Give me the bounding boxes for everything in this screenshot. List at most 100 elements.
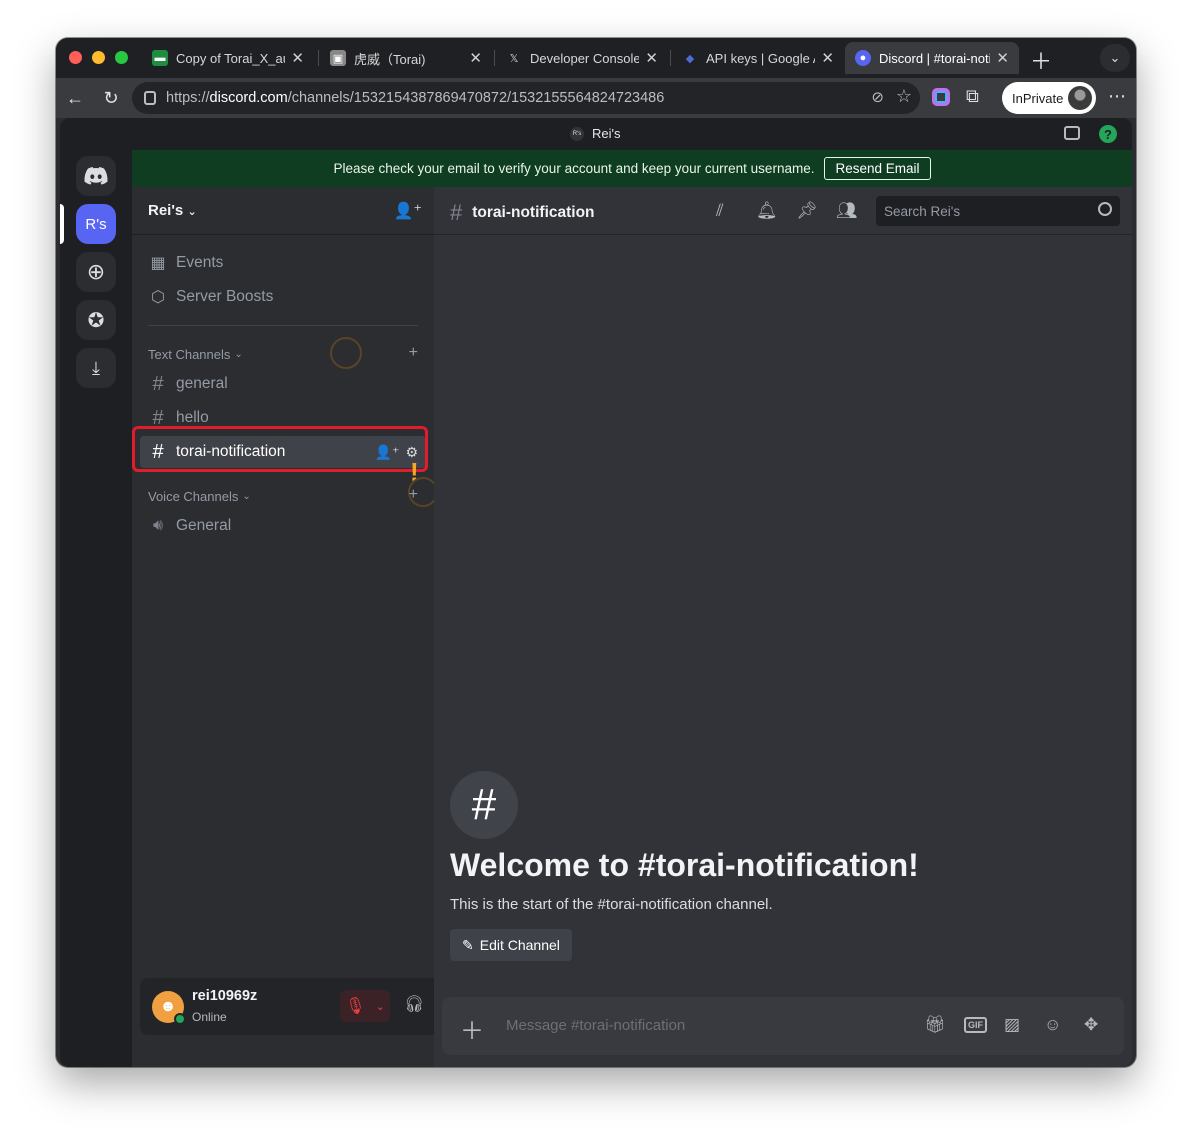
threads-icon[interactable]: ⫽ <box>716 201 724 221</box>
close-tab-icon[interactable]: ✕ <box>291 49 304 67</box>
hash-icon: # <box>152 372 164 395</box>
chevron-down-icon: ⌄ <box>375 1000 385 1013</box>
chevron-down-icon: ⌄ <box>234 349 243 360</box>
back-arrow-icon[interactable]: ← <box>64 87 86 109</box>
browser-tab-sheet[interactable]: ▬ Copy of Torai_X_auto ✕ <box>142 42 314 74</box>
channel-voice-general[interactable]: 🔊︎ General <box>140 510 426 542</box>
channel-label: hello <box>176 409 209 426</box>
favorite-star-icon[interactable]: ☆ <box>896 86 912 107</box>
pencil-icon: ✎ <box>462 936 474 953</box>
url-path: /channels/1532154387869470872/1532155564… <box>287 90 665 106</box>
direct-messages-button[interactable] <box>76 156 116 196</box>
search-icon <box>1098 202 1112 216</box>
extensions-icon[interactable]: ⧉ <box>966 86 979 107</box>
explore-servers-icon[interactable]: ✪ <box>76 300 116 340</box>
create-text-channel-icon[interactable]: + <box>409 344 418 362</box>
browser-tab-developer-console[interactable]: 𝕏 Developer Console ✕ <box>496 42 668 74</box>
message-input[interactable]: Message #torai-notification <box>506 1017 685 1034</box>
copilot-icon[interactable] <box>932 88 950 106</box>
add-server-icon[interactable]: ⊕ <box>76 252 116 292</box>
tab-list-chevron-icon[interactable]: ⌄ <box>1100 44 1130 72</box>
download-apps-icon[interactable]: ⤓ <box>76 348 116 388</box>
discord-app: R's Rei's ? R's ⊕ ✪ ⤓ Please check your … <box>60 118 1132 1067</box>
server-mini-icon: R's <box>570 126 584 141</box>
gif-icon[interactable]: GIF <box>964 1017 987 1033</box>
channel-label: general <box>176 375 228 392</box>
sidebar-item-events[interactable]: ▦ Events <box>148 247 223 279</box>
inbox-icon[interactable] <box>1064 126 1080 140</box>
message-composer[interactable]: ＋ Message #torai-notification 🎁︎ GIF ▨ ☺… <box>442 997 1124 1055</box>
channel-header: # torai-notification ⫽ 🔔︎ 📌︎ 👥︎ Search R… <box>434 187 1132 235</box>
category-label: Text Channels <box>148 347 231 362</box>
new-tab-icon[interactable]: ＋ <box>1030 44 1052 76</box>
browser-tab-torai[interactable]: ▣ 虎威（Torai) ✕ <box>320 42 492 74</box>
browser-tab-api-keys[interactable]: ◆ API keys | Google AI ✕ <box>672 42 844 74</box>
welcome-title: Welcome to #torai-notification! <box>450 847 919 883</box>
member-list-icon[interactable]: 👥︎ <box>836 201 858 221</box>
lock-icon <box>144 91 156 105</box>
channel-general[interactable]: # general <box>140 368 426 400</box>
channel-sidebar: Rei's ⌄ 👤⁺ ▦ Events ⬡ Server Boosts Text… <box>132 187 498 1067</box>
hash-icon: # <box>450 200 463 225</box>
channel-hash-icon: # <box>450 771 518 839</box>
tracking-prevention-icon[interactable]: ⊘ <box>871 88 884 106</box>
calendar-icon: ▦ <box>150 255 166 272</box>
close-tab-icon[interactable]: ✕ <box>996 49 1009 67</box>
notification-bell-icon[interactable]: 🔔︎ <box>756 201 778 221</box>
resend-email-button[interactable]: Resend Email <box>824 157 931 180</box>
gift-icon[interactable]: 🎁︎ <box>924 1015 946 1035</box>
window-title: Rei's <box>592 126 621 141</box>
apps-icon[interactable]: ✥ <box>1084 1015 1098 1035</box>
address-bar[interactable]: https://discord.com/channels/15321543878… <box>132 82 920 114</box>
text-channels-category[interactable]: Text Channels ⌄ <box>148 347 243 362</box>
tab-strip: ▬ Copy of Torai_X_auto ✕ ▣ 虎威（Torai) ✕ 𝕏… <box>56 38 1136 78</box>
inprivate-badge[interactable]: InPrivate <box>1002 82 1096 114</box>
profile-avatar <box>1068 86 1092 110</box>
tab-title: 虎威（Torai) <box>354 51 426 67</box>
banner-text: Please check your email to verify your a… <box>333 161 815 176</box>
x-logo-icon: 𝕏 <box>509 52 519 65</box>
discord-logo-icon <box>84 167 108 185</box>
more-menu-icon[interactable]: ⋯ <box>1108 86 1126 107</box>
sidebar-item-label: Events <box>176 254 224 271</box>
help-icon[interactable]: ? <box>1099 125 1117 143</box>
google-ai-icon: ◆ <box>685 52 695 65</box>
invite-people-icon[interactable]: 👤⁺ <box>394 201 422 221</box>
username: rei10969z <box>192 988 258 1004</box>
browser-tab-discord[interactable]: ● Discord | #torai-notif ✕ <box>845 42 1019 74</box>
tab-title: Discord | #torai-notif <box>879 50 991 66</box>
voice-channels-category[interactable]: Voice Channels ⌄ <box>148 489 251 504</box>
url-host: discord.com <box>209 90 288 106</box>
search-input[interactable]: Search Rei's <box>876 196 1120 226</box>
pin-icon[interactable]: 📌︎ <box>796 201 818 221</box>
server-header[interactable]: Rei's ⌄ 👤⁺ <box>132 187 434 235</box>
verify-email-banner: Please check your email to verify your a… <box>132 150 1132 187</box>
mute-button[interactable]: 🎙︎ ⌄ <box>340 990 390 1022</box>
tab-title: API keys | Google AI <box>706 50 816 66</box>
sidebar-item-server-boosts[interactable]: ⬡ Server Boosts <box>148 281 273 313</box>
server-reis[interactable]: R's <box>76 204 116 244</box>
headphones-icon[interactable]: 🎧︎ <box>404 994 424 1014</box>
maximize-window-button[interactable] <box>115 51 128 64</box>
edit-channel-button[interactable]: ✎ Edit Channel <box>450 929 572 961</box>
online-status-dot <box>174 1013 186 1025</box>
inprivate-label: InPrivate <box>1012 90 1064 106</box>
close-tab-icon[interactable]: ✕ <box>645 49 658 67</box>
emoji-icon[interactable]: ☺ <box>1044 1015 1061 1035</box>
server-rail: R's ⊕ ✪ ⤓ <box>60 150 132 1067</box>
channel-label: General <box>176 517 232 534</box>
sticker-icon[interactable]: ▨ <box>1004 1015 1020 1035</box>
tab-title: Copy of Torai_X_auto <box>176 50 285 66</box>
image-icon: ▣ <box>330 50 346 66</box>
welcome-subtitle: This is the start of the #torai-notifica… <box>450 896 773 913</box>
close-tab-icon[interactable]: ✕ <box>469 49 482 67</box>
close-window-button[interactable] <box>69 51 82 64</box>
upload-plus-icon[interactable]: ＋ <box>460 1011 484 1046</box>
sidebar-item-label: Server Boosts <box>176 288 274 305</box>
reload-icon[interactable]: ↻ <box>100 87 122 109</box>
close-tab-icon[interactable]: ✕ <box>821 49 834 67</box>
minimize-window-button[interactable] <box>92 51 105 64</box>
boost-icon: ⬡ <box>151 289 165 306</box>
selection-highlight-box <box>132 426 428 472</box>
create-voice-channel-icon[interactable]: + <box>409 486 418 504</box>
